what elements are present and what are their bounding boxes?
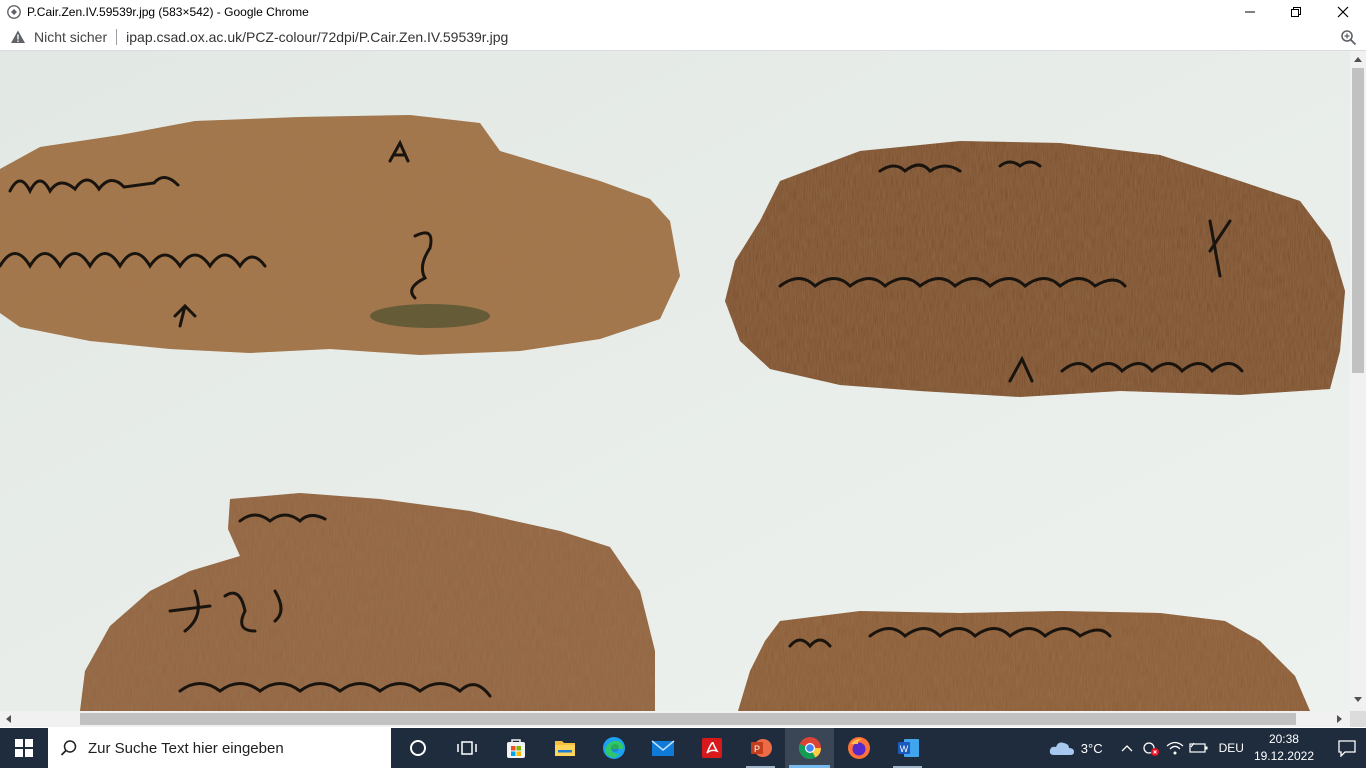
close-icon bbox=[1337, 6, 1349, 18]
scroll-down-icon[interactable] bbox=[1354, 697, 1362, 703]
start-button[interactable] bbox=[0, 728, 48, 768]
svg-text:P: P bbox=[753, 744, 759, 754]
chrome-icon bbox=[798, 737, 821, 759]
search-icon bbox=[60, 740, 77, 756]
firefox-button[interactable] bbox=[834, 728, 883, 768]
clock[interactable]: 20:38 19.12.2022 bbox=[1254, 731, 1314, 765]
task-view-icon bbox=[456, 741, 477, 755]
close-button[interactable] bbox=[1320, 0, 1366, 24]
word-icon: W bbox=[897, 739, 919, 757]
horizontal-scroll-thumb[interactable] bbox=[80, 713, 1296, 725]
windows-taskbar: Zur Suche Text hier eingeben P W 3°C DEU… bbox=[0, 728, 1366, 768]
window-title-bar: P.Cair.Zen.IV.59539r.jpg (583×542) - Goo… bbox=[0, 0, 1366, 24]
svg-text:W: W bbox=[899, 744, 908, 754]
image-viewport[interactable] bbox=[0, 51, 1350, 711]
taskbar-search[interactable]: Zur Suche Text hier eingeben bbox=[48, 728, 391, 768]
scroll-up-icon[interactable] bbox=[1354, 56, 1362, 62]
acrobat-button[interactable] bbox=[687, 728, 736, 768]
url-field[interactable]: ipap.csad.ox.ac.uk/PCZ-colour/72dpi/P.Ca… bbox=[126, 29, 508, 45]
system-tray: 3°C DEU 20:38 19.12.2022 bbox=[1049, 728, 1366, 768]
zoom-icon[interactable] bbox=[1340, 29, 1357, 46]
notifications-button[interactable] bbox=[1328, 728, 1366, 768]
file-explorer-button[interactable] bbox=[540, 728, 589, 768]
scroll-right-icon[interactable] bbox=[1337, 715, 1343, 723]
powerpoint-icon: P bbox=[750, 739, 772, 757]
input-language[interactable]: DEU bbox=[1219, 741, 1244, 755]
edge-icon bbox=[602, 737, 625, 759]
search-placeholder[interactable]: Zur Suche Text hier eingeben bbox=[88, 740, 284, 757]
vertical-scroll-thumb[interactable] bbox=[1352, 68, 1364, 373]
windows-logo-icon bbox=[15, 739, 33, 757]
task-view-button[interactable] bbox=[442, 728, 491, 768]
edge-button[interactable] bbox=[589, 728, 638, 768]
window-title: P.Cair.Zen.IV.59539r.jpg (583×542) - Goo… bbox=[27, 5, 309, 19]
powerpoint-button[interactable]: P bbox=[736, 728, 785, 768]
network-warning-icon bbox=[1142, 742, 1159, 756]
address-separator bbox=[116, 29, 118, 45]
show-hidden-icons-button[interactable] bbox=[1115, 728, 1139, 768]
acrobat-icon bbox=[701, 738, 722, 758]
mail-icon bbox=[651, 740, 674, 756]
firefox-icon bbox=[847, 737, 870, 759]
papyrus-image[interactable] bbox=[0, 51, 1350, 711]
clock-date: 19.12.2022 bbox=[1253, 749, 1314, 763]
wifi-icon bbox=[1166, 741, 1184, 755]
folder-icon bbox=[554, 741, 575, 756]
battery-button[interactable] bbox=[1187, 728, 1211, 768]
page-icon bbox=[7, 5, 21, 19]
restore-button[interactable] bbox=[1273, 0, 1319, 24]
weather-temperature[interactable]: 3°C bbox=[1081, 741, 1103, 756]
store-button[interactable] bbox=[491, 728, 540, 768]
battery-icon bbox=[1188, 742, 1208, 753]
notification-icon bbox=[1338, 740, 1356, 757]
cortana-button[interactable] bbox=[393, 728, 442, 768]
stain-mark bbox=[370, 304, 490, 328]
minimize-button[interactable] bbox=[1227, 0, 1273, 24]
store-icon bbox=[506, 739, 525, 758]
clock-time: 20:38 bbox=[1268, 732, 1299, 746]
chrome-button[interactable] bbox=[785, 728, 834, 768]
security-status[interactable]: Nicht sicher bbox=[34, 29, 107, 45]
scrollbar-corner bbox=[1350, 711, 1366, 727]
word-button[interactable]: W bbox=[883, 728, 932, 768]
weather-cloud-icon[interactable] bbox=[1049, 739, 1075, 757]
horizontal-scrollbar[interactable] bbox=[0, 711, 1350, 727]
mail-button[interactable] bbox=[638, 728, 687, 768]
vertical-scrollbar[interactable] bbox=[1350, 51, 1366, 711]
chevron-up-icon bbox=[1121, 745, 1133, 752]
scroll-left-icon[interactable] bbox=[5, 715, 11, 723]
warning-icon[interactable] bbox=[10, 29, 26, 45]
wifi-button[interactable] bbox=[1163, 728, 1187, 768]
meet-now-button[interactable] bbox=[1139, 728, 1163, 768]
restore-icon bbox=[1291, 7, 1301, 17]
papyrus-fragment-4 bbox=[738, 611, 1310, 711]
address-bar[interactable]: Nicht sicher ipap.csad.ox.ac.uk/PCZ-colo… bbox=[0, 24, 1366, 51]
minimize-icon bbox=[1245, 11, 1255, 13]
cortana-icon bbox=[409, 740, 426, 756]
